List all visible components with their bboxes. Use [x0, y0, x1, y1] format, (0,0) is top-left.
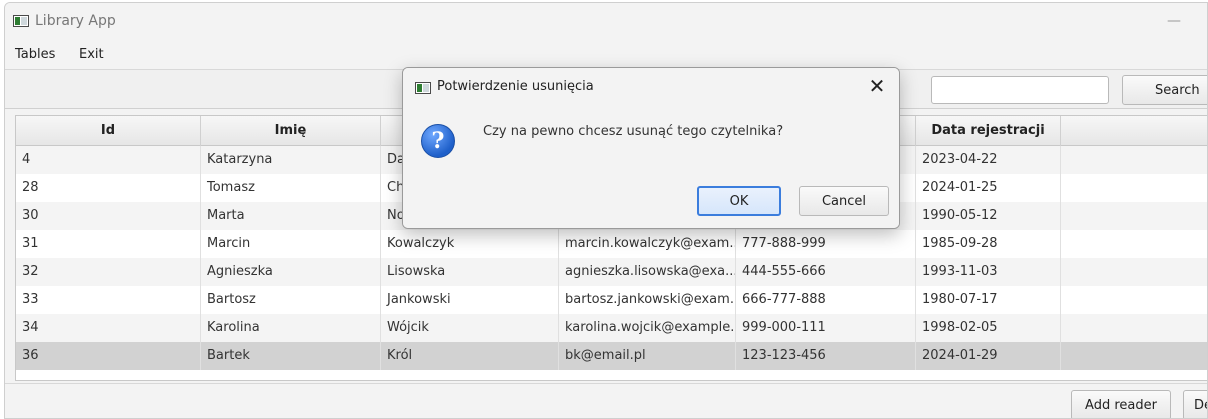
cell-col-id: 33: [16, 286, 201, 314]
cell-col-extra: [1061, 146, 1207, 174]
cancel-button[interactable]: Cancel: [799, 186, 889, 216]
cell-col-telefon: 666-777-888: [736, 286, 916, 314]
cell-col-nazwisko: Kowalczyk: [381, 230, 559, 258]
cell-col-imie: Katarzyna: [201, 146, 381, 174]
cell-col-nazwisko: Wójcik: [381, 314, 559, 342]
menu-tables[interactable]: Tables: [15, 47, 55, 62]
cell-col-data-rejestracji: 1980-07-17: [916, 286, 1061, 314]
ok-button[interactable]: OK: [697, 186, 781, 216]
dialog-message: Czy na pewno chcesz usunąć tego czytelni…: [483, 124, 784, 139]
cell-col-nazwisko: Jankowski: [381, 286, 559, 314]
cell-col-id: 32: [16, 258, 201, 286]
cell-col-extra: [1061, 202, 1207, 230]
app-icon: [13, 15, 29, 27]
cell-col-extra: [1061, 174, 1207, 202]
search-input[interactable]: [931, 76, 1109, 104]
cell-col-extra: [1061, 258, 1207, 286]
header-col-extra[interactable]: [1061, 116, 1207, 146]
cell-col-nazwisko: Król: [381, 342, 559, 370]
header-col-data-rejestracji[interactable]: Data rejestracji: [916, 116, 1061, 146]
table-row[interactable]: 36 Bartek Król bk@email.pl 123-123-456 2024-0…: [16, 342, 1207, 370]
table-row[interactable]: 32 Agnieszka Lisowska agnieszka.lisowska@ex…: [16, 258, 1207, 286]
dialog-title: Potwierdzenie usunięcia: [437, 79, 594, 94]
cell-col-email: marcin.kowalczyk@exam...: [559, 230, 736, 258]
cell-col-id: 30: [16, 202, 201, 230]
cell-col-data-rejestracji: 1993-11-03: [916, 258, 1061, 286]
cell-col-id: 4: [16, 146, 201, 174]
cell-col-imie: Bartek: [201, 342, 381, 370]
cell-col-imie: Karolina: [201, 314, 381, 342]
cell-col-id: 28: [16, 174, 201, 202]
cell-col-data-rejestracji: 2024-01-25: [916, 174, 1061, 202]
table-row[interactable]: 33 Bartosz Jankowski bartosz.jankowski@exam…: [16, 286, 1207, 314]
delete-button[interactable]: De: [1183, 390, 1207, 418]
dialog-title-bar[interactable]: Potwierdzenie usunięcia ✕: [403, 68, 899, 106]
window-title: Library App: [35, 13, 116, 29]
cell-col-telefon: 123-123-456: [736, 342, 916, 370]
cell-col-data-rejestracji: 2024-01-29: [916, 342, 1061, 370]
app-icon: [415, 82, 431, 94]
menu-exit[interactable]: Exit: [79, 47, 104, 62]
table-row[interactable]: 31 Marcin Kowalczyk marcin.kowalczyk@exam..…: [16, 230, 1207, 258]
cell-col-id: 34: [16, 314, 201, 342]
cell-col-telefon: 444-555-666: [736, 258, 916, 286]
cell-col-data-rejestracji: 2023-04-22: [916, 146, 1061, 174]
question-icon: ?: [421, 124, 455, 158]
header-col-imie[interactable]: Imię: [201, 116, 381, 146]
cell-col-email: karolina.wojcik@example...: [559, 314, 736, 342]
cell-col-email: agnieszka.lisowska@exa...: [559, 258, 736, 286]
cell-col-extra: [1061, 286, 1207, 314]
minimize-icon[interactable]: —: [1161, 9, 1187, 33]
cell-col-imie: Marcin: [201, 230, 381, 258]
cell-col-id: 36: [16, 342, 201, 370]
cell-col-telefon: 777-888-999: [736, 230, 916, 258]
cell-col-imie: Marta: [201, 202, 381, 230]
cell-col-data-rejestracji: 1990-05-12: [916, 202, 1061, 230]
table-row[interactable]: 34 Karolina Wójcik karolina.wojcik@example.…: [16, 314, 1207, 342]
dialog-body: ? Czy na pewno chcesz usunąć tego czytel…: [403, 106, 899, 228]
cell-col-data-rejestracji: 1998-02-05: [916, 314, 1061, 342]
cell-col-imie: Agnieszka: [201, 258, 381, 286]
cell-col-extra: [1061, 230, 1207, 258]
search-button[interactable]: Search: [1122, 75, 1207, 105]
cell-col-extra: [1061, 314, 1207, 342]
cell-col-id: 31: [16, 230, 201, 258]
close-icon[interactable]: ✕: [863, 74, 891, 100]
confirm-delete-dialog: Potwierdzenie usunięcia ✕ ? Czy na pewno…: [402, 67, 900, 229]
add-reader-button[interactable]: Add reader: [1071, 390, 1171, 418]
cell-col-nazwisko: Lisowska: [381, 258, 559, 286]
bottom-bar: Add reader De: [5, 383, 1207, 418]
title-bar[interactable]: Library App —: [5, 3, 1207, 41]
cell-col-email: bk@email.pl: [559, 342, 736, 370]
cell-col-telefon: 999-000-111: [736, 314, 916, 342]
cell-col-imie: Bartosz: [201, 286, 381, 314]
menu-bar: Tables Exit: [5, 43, 1207, 69]
cell-col-extra: [1061, 342, 1207, 370]
cell-col-data-rejestracji: 1985-09-28: [916, 230, 1061, 258]
cell-col-imie: Tomasz: [201, 174, 381, 202]
header-col-id[interactable]: Id: [16, 116, 201, 146]
cell-col-email: bartosz.jankowski@exam...: [559, 286, 736, 314]
